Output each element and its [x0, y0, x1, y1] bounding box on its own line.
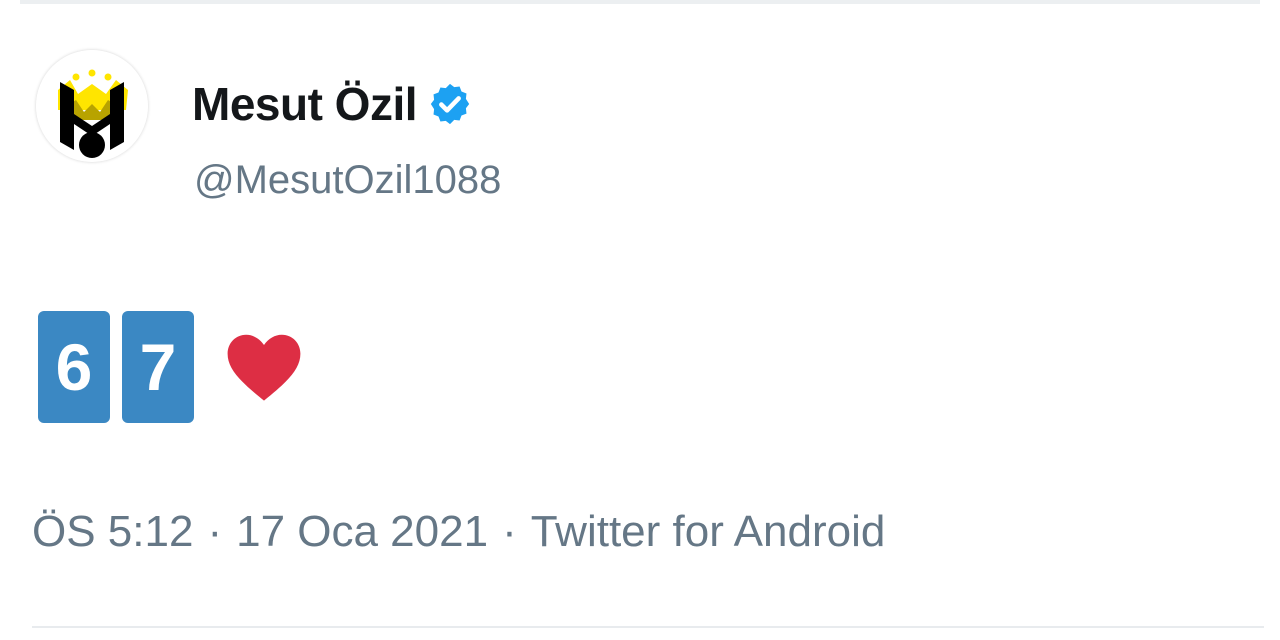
tweet-meta: ÖS 5:12 · 17 Oca 2021 · Twitter for Andr…: [32, 504, 885, 560]
meta-separator: ·: [207, 507, 223, 556]
avatar[interactable]: [36, 50, 148, 162]
top-divider: [20, 0, 1260, 4]
keycap-7-icon: 7: [122, 311, 194, 423]
red-heart-icon: [227, 334, 301, 401]
tweet-date[interactable]: 17 Oca 2021: [236, 510, 488, 554]
keycap-6-icon: 6: [38, 311, 110, 423]
tweet-text: 6 7: [38, 310, 306, 424]
tweet-time[interactable]: ÖS 5:12: [32, 510, 193, 554]
tweet-source-link[interactable]: Twitter for Android: [531, 510, 886, 554]
bottom-divider: [32, 626, 1264, 628]
author-header[interactable]: Mesut Özil: [192, 76, 473, 132]
display-name[interactable]: Mesut Özil: [192, 81, 418, 127]
verified-badge-icon: [430, 83, 470, 125]
m10-logo-icon: [36, 50, 148, 162]
meta-separator: ·: [502, 507, 517, 556]
author-handle[interactable]: @MesutOzil1088: [194, 160, 501, 200]
